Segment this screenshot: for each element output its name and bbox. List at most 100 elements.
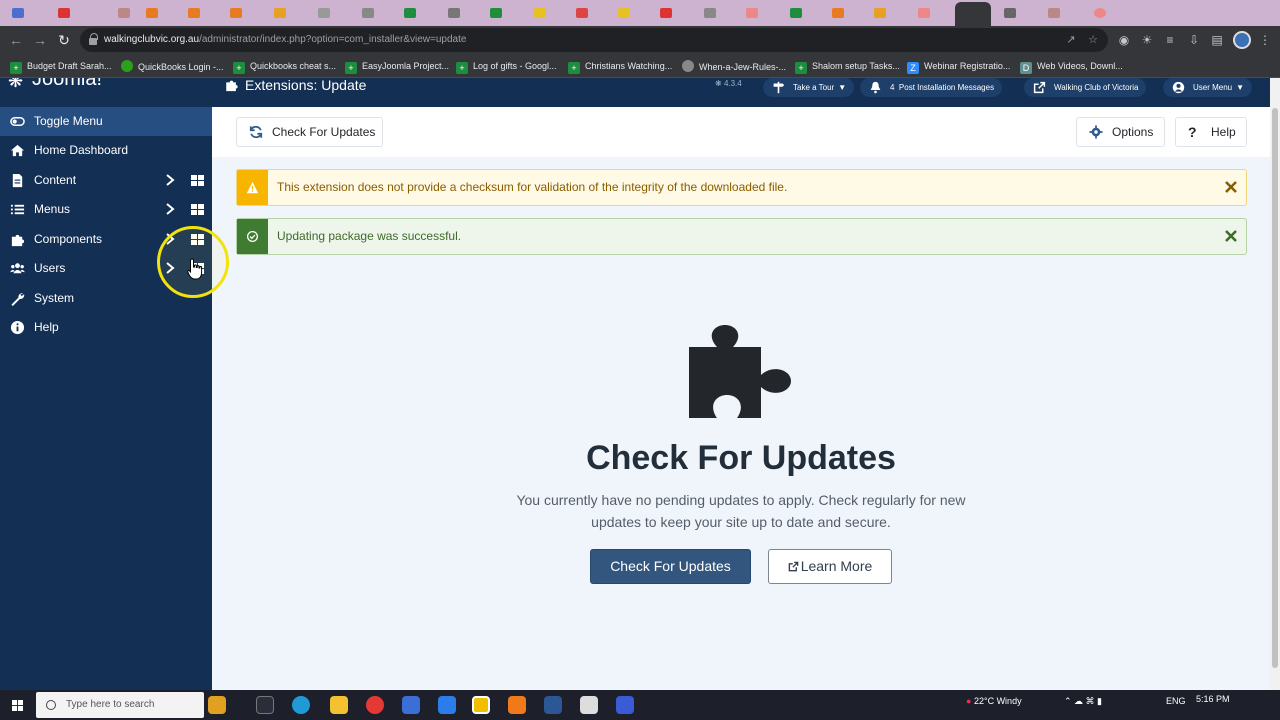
scrollbar-thumb[interactable] [1272,108,1278,668]
system-tray-icons[interactable]: ⌃ ☁ ⌘ ▮ [1064,696,1102,707]
extension-icon[interactable]: ◉ [1117,33,1131,47]
tab-favicon[interactable] [12,8,24,18]
sidebar-item-menus[interactable]: Menus [0,195,212,224]
tab-favicon[interactable] [832,8,844,18]
close-icon[interactable] [1223,228,1239,244]
close-icon[interactable] [1223,179,1239,195]
language-indicator[interactable]: ENG [1166,696,1186,706]
taskbar-app-icon[interactable] [616,696,634,714]
taskbar-app-icon[interactable] [402,696,420,714]
tab-favicon[interactable] [790,8,802,18]
tab-favicon[interactable] [704,8,716,18]
check-for-updates-toolbar-button[interactable]: Check For Updates [236,117,383,147]
taskbar-app-icon[interactable] [580,696,598,714]
reload-icon[interactable]: ↻ [54,30,74,50]
address-url[interactable]: walkingclubvic.org.au/administrator/inde… [104,34,466,45]
tab-favicon[interactable] [448,8,460,18]
menu-kebab-icon[interactable]: ⋮ [1258,33,1272,47]
edge-icon[interactable] [292,696,310,714]
tab-favicon[interactable] [490,8,502,18]
tab-favicon[interactable] [534,8,546,18]
share-icon[interactable]: ↗ [1064,33,1078,47]
take-a-tour-button[interactable]: Take a Tour ▼ [763,78,855,97]
bookmark-star-icon[interactable]: ☆ [1086,33,1100,47]
forward-arrow-icon[interactable]: → [30,30,50,50]
file-explorer-icon[interactable] [330,696,348,714]
active-tab[interactable] [955,2,991,26]
chevron-right-icon[interactable] [164,201,176,217]
learn-more-button[interactable]: Learn More [768,549,892,584]
tab-favicon[interactable] [1004,8,1016,18]
tab-favicon[interactable] [362,8,374,18]
chevron-down-icon: ▼ [838,83,847,92]
bookmark-item[interactable]: + Log of gifts - Googl... [456,60,557,74]
word-icon[interactable] [544,696,562,714]
tab-favicon[interactable] [660,8,672,18]
tab-favicon[interactable] [230,8,242,18]
tab-favicon[interactable] [318,8,330,18]
firefox-icon[interactable] [508,696,526,714]
side-panel-icon[interactable]: ▤ [1210,33,1224,47]
bookmark-item[interactable]: + EasyJoomla Project... [345,60,449,74]
bookmark-item[interactable]: + Christians Watching... [568,60,672,74]
sidebar-item-home-dashboard[interactable]: Home Dashboard [0,136,212,165]
question-icon: ? [1188,124,1197,140]
tab-favicon[interactable] [874,8,886,18]
back-arrow-icon[interactable]: ← [6,30,26,50]
extension-icon[interactable]: ☀ [1140,33,1154,47]
sidebar-item-help[interactable]: Help [0,313,212,342]
bookmark-item[interactable]: Z Webinar Registratio... [907,60,1010,74]
view-site-button[interactable]: Walking Club of Victoria [1024,78,1147,97]
bookmark-item[interactable]: + Quickbooks cheat s... [233,60,336,74]
check-for-updates-button[interactable]: Check For Updates [590,549,751,584]
windows-start-icon[interactable] [12,700,23,711]
bookmark-item[interactable]: + Budget Draft Sarah... [10,60,112,74]
task-view-icon[interactable] [256,696,274,714]
version-text: 4.3.4 [723,79,742,88]
new-tab-icon[interactable] [1094,8,1106,18]
tab-favicon[interactable] [404,8,416,18]
user-menu-button[interactable]: User Menu ▼ [1163,78,1253,97]
joomla-logo[interactable]: ❋ Joomla! [8,78,212,92]
tab-favicon[interactable] [146,8,158,18]
tab-favicon[interactable] [1048,8,1060,18]
download-icon[interactable]: ⇩ [1187,33,1201,47]
weather-widget[interactable]: ● 22°C Windy [966,696,1022,706]
tab-favicon[interactable] [118,8,130,18]
taskbar-clock[interactable]: 5:16 PM [1196,693,1230,705]
sidebar-item-content[interactable]: Content [0,166,212,195]
success-alert-text: Updating package was successful. [277,229,462,243]
dashboard-grid-icon[interactable] [191,175,204,186]
taskbar-search-placeholder: Type here to search [66,699,155,710]
tab-favicon[interactable] [618,8,630,18]
chrome-icon[interactable] [366,696,384,714]
options-button[interactable]: Options [1076,117,1165,147]
taskbar-app-icon[interactable] [472,696,490,714]
taskbar-search-box[interactable]: Type here to search [36,692,204,718]
tab-favicon[interactable] [274,8,286,18]
bookmark-item[interactable]: + Shalom setup Tasks... [795,60,900,74]
tab-favicon[interactable] [746,8,758,18]
sidebar-item-label: Content [34,173,77,187]
chevron-right-icon[interactable] [164,172,176,188]
taskbar-app-icon[interactable] [438,696,456,714]
bookmark-item[interactable]: QuickBooks Login -... [121,60,224,74]
help-button[interactable]: ? Help [1175,117,1247,147]
toggle-menu-button[interactable]: Toggle Menu [0,107,212,136]
bookmark-item[interactable]: D Web Videos, Downl... [1020,60,1123,74]
success-alert: Updating package was successful. [236,218,1247,255]
taskbar-app-icon[interactable] [208,696,226,714]
tab-favicon[interactable] [918,8,930,18]
page-scrollbar[interactable] [1270,78,1280,690]
address-bar[interactable]: walkingclubvic.org.au/administrator/inde… [80,28,1108,52]
user-menu-label: User Menu [1193,83,1233,92]
warning-alert: This extension does not provide a checks… [236,169,1247,206]
reading-list-icon[interactable]: ≡ [1163,33,1177,47]
tab-favicon[interactable] [576,8,588,18]
dashboard-grid-icon[interactable] [191,204,204,215]
post-installation-messages-button[interactable]: 4 Post Installation Messages [860,78,1003,97]
tab-favicon[interactable] [58,8,70,18]
tab-favicon[interactable] [188,8,200,18]
profile-avatar[interactable] [1233,31,1251,49]
bookmark-item[interactable]: When-a-Jew-Rules-... [682,60,786,74]
